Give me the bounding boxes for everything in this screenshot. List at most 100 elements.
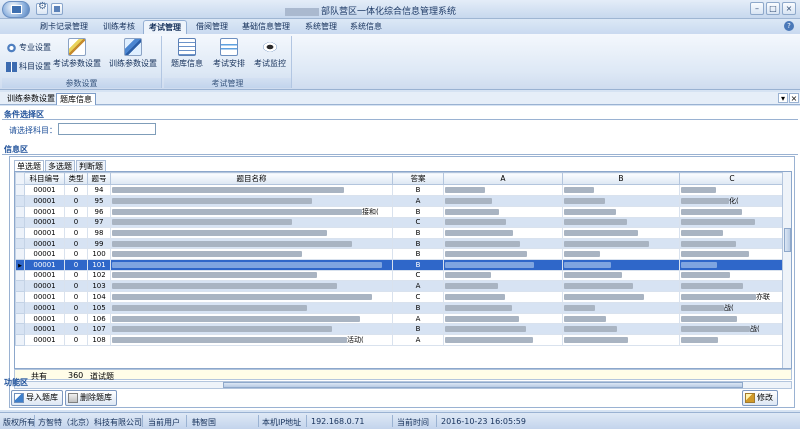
row-header[interactable] [15,290,25,303]
cell-answer: B [392,248,444,260]
tab-system-info[interactable]: 系统信息 [350,20,382,34]
row-header[interactable] [15,323,25,336]
help-icon[interactable]: ? [784,21,794,31]
scroll-thumb[interactable] [223,382,743,388]
cell-option-b [562,205,680,218]
close-button[interactable]: × [782,2,796,15]
question-bank-button[interactable]: 题库信息 [168,38,206,69]
col-question-name[interactable]: 题目名称 [110,172,393,185]
table-row[interactable]: 00001 0 98 B [15,227,785,239]
tab-card-records[interactable]: 刷卡记录管理 [40,20,88,34]
table-row[interactable]: 00001 0 103 A [15,280,785,292]
row-header[interactable] [15,248,25,260]
redacted-text [564,326,617,333]
cell-subject-id: 00001 [24,301,65,314]
col-answer[interactable]: 答案 [392,172,444,185]
tab-borrowing[interactable]: 借阅管理 [196,20,228,34]
cell-question-no: 101 [87,258,111,271]
table-row[interactable]: 00001 0 95 A 化( [15,194,785,207]
cell-option-a [443,205,563,218]
table-row[interactable]: 00001 0 100 B [15,248,785,260]
app-menu-button[interactable] [2,1,30,18]
table-row[interactable]: 00001 0 105 B 战( [15,301,785,314]
col-question-no[interactable]: 题号 [87,172,111,185]
cell-subject-id: 00001 [24,184,65,196]
scroll-thumb[interactable] [784,228,791,252]
book-icon [6,61,17,72]
tab-system-management[interactable]: 系统管理 [305,20,337,34]
subject-select[interactable] [58,123,156,135]
row-header[interactable] [15,312,25,325]
cell-option-b [562,301,680,314]
cell-type: 0 [64,334,88,347]
training-params-button[interactable]: 训练参数设置 [106,38,160,69]
cell-option-c [679,334,785,347]
edit-button[interactable]: 修改 [742,390,778,406]
tab-basic-info[interactable]: 基础信息管理 [242,20,290,34]
row-header[interactable] [15,216,25,229]
quick-access-icon[interactable] [51,3,63,15]
cell-question-no: 105 [87,301,111,314]
row-header[interactable] [15,227,25,239]
tab-training[interactable]: 训练考核 [103,20,135,34]
row-header[interactable] [15,280,25,292]
close-tab-icon[interactable]: × [789,93,799,103]
row-header[interactable] [15,194,25,207]
cell-option-a [443,290,563,303]
tab-list-dropdown-icon[interactable]: ▾ [778,93,788,103]
table-row[interactable]: 00001 0 94 B [15,184,785,196]
doc-tab-question-bank[interactable]: 题库信息 [56,93,96,105]
col-option-c[interactable]: C [679,172,785,185]
cell-option-a [443,237,563,250]
cell-option-b [562,323,680,336]
vertical-scrollbar[interactable] [782,172,791,368]
row-header[interactable] [15,269,25,282]
table-row[interactable]: 00001 0 108 活动(A [15,334,785,347]
row-header[interactable] [15,258,25,271]
horizontal-scrollbar[interactable] [14,381,792,389]
table-row[interactable]: 00001 0 106 A [15,312,785,325]
cell-subject-id: 00001 [24,269,65,282]
col-subject-id[interactable]: 科目编号 [24,172,65,185]
cell-option-a [443,216,563,229]
col-type[interactable]: 类型 [64,172,88,185]
import-bank-button[interactable]: 导入题库 [11,390,63,406]
cell-subject-id: 00001 [24,290,65,303]
exam-params-button[interactable]: 考试参数设置 [52,38,102,69]
row-header[interactable] [15,301,25,314]
row-header-corner [15,172,25,185]
table-row[interactable]: 00001 0 102 C [15,269,785,282]
table-row[interactable]: 00001 0 107 B 战( [15,323,785,336]
table-row[interactable]: 000010101 B [15,258,785,271]
subject-settings-button[interactable]: 科目设置 [6,61,51,72]
table-row[interactable]: 00001 0 96 接和(B [15,205,785,218]
settings-icon[interactable] [36,1,48,15]
divider [306,415,307,427]
question-grid[interactable]: 科目编号 类型 题号 题目名称 答案 A B C 00001 0 94 B 00001 0… [14,171,792,369]
redacted-text [112,251,302,258]
row-header[interactable] [15,205,25,218]
redacted-text [445,293,505,300]
tab-exam-management[interactable]: 考试管理 [143,20,187,34]
table-row[interactable]: 00001 0 104 C 亦联 [15,290,785,303]
col-option-b[interactable]: B [562,172,680,185]
table-row[interactable]: 00001 0 97 C [15,216,785,229]
minimize-button[interactable]: – [750,2,764,15]
exam-monitor-button[interactable]: 考试监控 [250,38,290,69]
major-settings-button[interactable]: 专业设置 [6,42,51,53]
row-header[interactable] [15,237,25,250]
redacted-text [564,315,606,322]
cell-question-no: 103 [87,280,111,292]
cell-question-no: 98 [87,227,111,239]
redacted-text [681,304,724,311]
table-row[interactable]: 00001 0 99 B [15,237,785,250]
delete-bank-button[interactable]: 删除题库 [65,390,117,406]
exam-schedule-button[interactable]: 考试安排 [210,38,248,69]
cell-option-c-tail: 亦联 [756,292,770,301]
row-header[interactable] [15,184,25,196]
divider [186,415,187,427]
col-option-a[interactable]: A [443,172,563,185]
doc-tab-training-params[interactable]: 训练参数设置 [4,93,58,105]
maximize-button[interactable]: □ [766,2,780,15]
row-header[interactable] [15,334,25,347]
